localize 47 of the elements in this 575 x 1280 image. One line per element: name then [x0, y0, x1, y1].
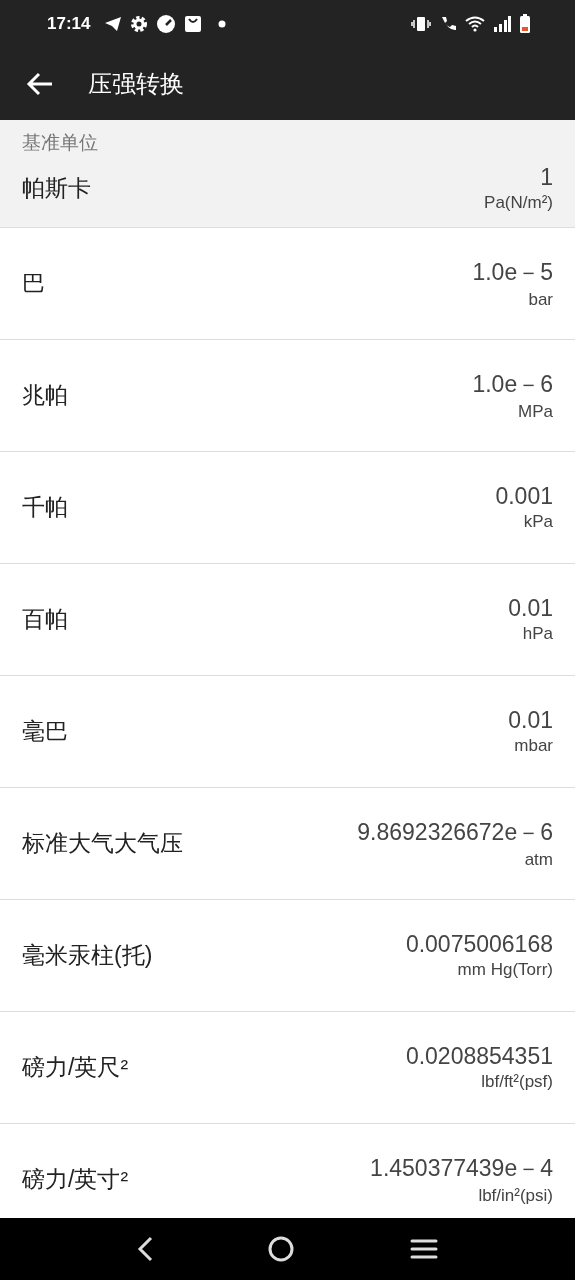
back-icon[interactable]: [137, 1236, 154, 1262]
vibrate-icon: [411, 16, 431, 32]
gauge-icon: [156, 14, 177, 34]
wifi-icon: [465, 16, 485, 32]
unit-name: 百帕: [22, 605, 68, 634]
unit-name: 千帕: [22, 493, 68, 522]
unit-symbol: lbf/ft²(psf): [481, 1072, 553, 1092]
unit-value: 1: [540, 164, 553, 191]
unit-value: 9.8692326672e－6: [357, 818, 553, 847]
unit-symbol: MPa: [518, 402, 553, 422]
unit-name: 磅力/英寸²: [22, 1165, 129, 1194]
status-time: 17:14: [47, 14, 91, 34]
unit-symbol: Pa(N/m²): [484, 193, 553, 213]
unit-symbol: hPa: [522, 624, 553, 644]
unit-symbol: mm Hg(Torr): [457, 960, 553, 980]
dot-icon: [218, 20, 227, 28]
unit-name: 磅力/英尺²: [22, 1053, 129, 1082]
home-icon[interactable]: [267, 1235, 296, 1263]
unit-name: 毫巴: [22, 717, 68, 746]
gear-icon: [130, 15, 149, 33]
unit-value: 1.0e－6: [472, 370, 553, 399]
signal-icon: [493, 16, 511, 32]
unit-value: 1.450377439e－4: [370, 1154, 553, 1183]
unit-name: 标准大气大气压: [22, 829, 183, 858]
menu-icon[interactable]: [409, 1238, 438, 1260]
unit-symbol: mbar: [514, 736, 553, 756]
unit-name: 帕斯卡: [22, 174, 91, 203]
unit-value: 0.01: [508, 595, 553, 622]
unit-symbol: bar: [528, 290, 553, 310]
battery-icon: [519, 14, 531, 34]
unit-value: 0.0075006168: [405, 931, 553, 958]
send-icon: [104, 16, 123, 32]
unit-value: 0.001: [495, 483, 553, 510]
unit-symbol: lbf/in²(psi): [478, 1186, 553, 1206]
screen-title: 压强转换: [88, 69, 184, 99]
back-arrow-icon[interactable]: [26, 72, 54, 96]
unit-value: 1.0e－5: [472, 258, 553, 287]
unit-value: 0.0208854351: [405, 1043, 553, 1070]
bag-icon: [184, 15, 203, 33]
unit-name: 毫米汞柱(托): [22, 941, 153, 970]
section-caption: 基准单位: [22, 131, 99, 155]
unit-name: 巴: [22, 269, 45, 298]
unit-symbol: atm: [524, 850, 553, 870]
unit-symbol: kPa: [523, 512, 553, 532]
unit-value: 0.01: [508, 707, 553, 734]
unit-name: 兆帕: [22, 381, 68, 410]
phone-icon: [439, 15, 457, 33]
